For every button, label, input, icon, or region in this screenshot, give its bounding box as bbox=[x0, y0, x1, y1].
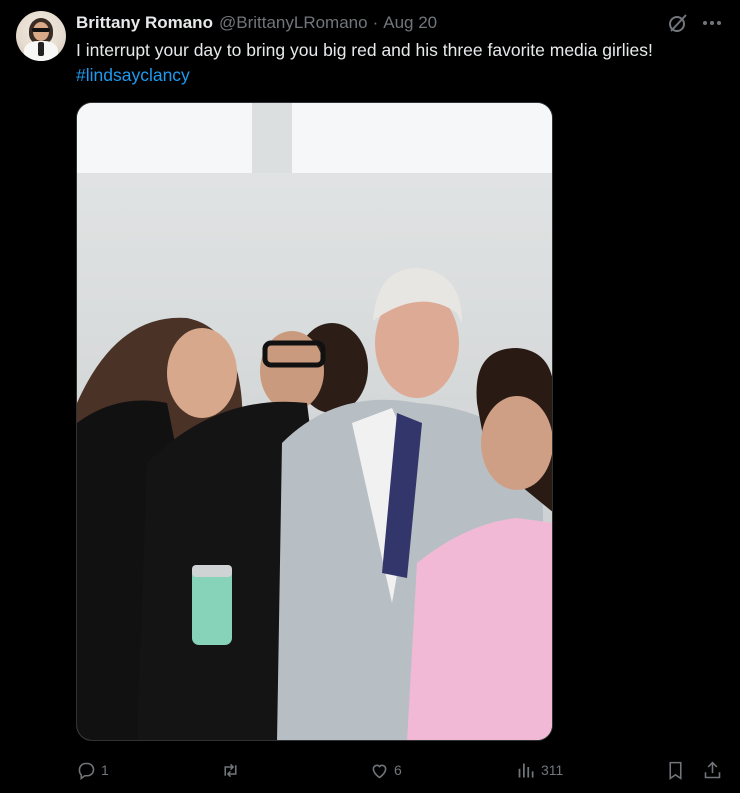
tweet-header: Brittany Romano @BrittanyLRomano · Aug 2… bbox=[76, 12, 437, 34]
bookmark-icon bbox=[669, 761, 682, 780]
views-icon bbox=[518, 763, 534, 777]
tweet-photo[interactable] bbox=[76, 102, 553, 741]
tweet-date[interactable]: Aug 20 bbox=[383, 13, 437, 33]
reply-count: 1 bbox=[101, 762, 109, 778]
like-count: 6 bbox=[394, 762, 402, 778]
author-name[interactable]: Brittany Romano bbox=[76, 13, 213, 33]
tweet-body: I interrupt your day to bring you big re… bbox=[76, 40, 653, 60]
grok-icon[interactable] bbox=[666, 11, 690, 35]
share-icon bbox=[704, 761, 721, 778]
views-button[interactable]: 311 bbox=[516, 755, 563, 785]
retweet-button[interactable] bbox=[220, 755, 245, 785]
more-icon[interactable] bbox=[700, 11, 724, 35]
author-avatar[interactable] bbox=[16, 11, 66, 61]
hashtag-link[interactable]: #lindsayclancy bbox=[76, 63, 726, 88]
tweet-text: I interrupt your day to bring you big re… bbox=[76, 38, 726, 88]
share-button[interactable] bbox=[702, 755, 723, 785]
like-button[interactable]: 6 bbox=[369, 755, 402, 785]
retweet-icon bbox=[224, 763, 237, 777]
views-count: 311 bbox=[541, 762, 564, 778]
author-handle[interactable]: @BrittanyLRomano bbox=[219, 13, 368, 33]
separator-dot: · bbox=[372, 13, 379, 32]
reply-button[interactable]: 1 bbox=[76, 755, 109, 785]
tweet-actions: 1 6 311 bbox=[76, 755, 726, 785]
bookmark-button[interactable] bbox=[665, 755, 686, 785]
reply-icon bbox=[78, 762, 95, 780]
heart-icon bbox=[372, 764, 387, 778]
